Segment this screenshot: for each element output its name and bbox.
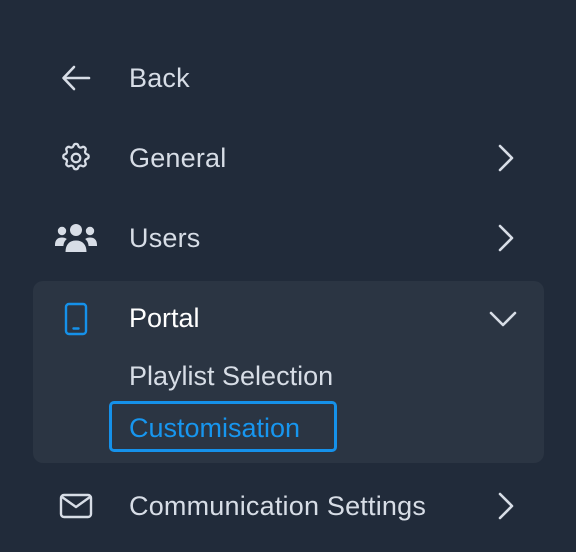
back-item[interactable]: Back (0, 38, 576, 118)
communication-settings-label: Communication Settings (129, 491, 427, 521)
portal-label[interactable]: Portal (129, 301, 200, 335)
general-label: General (129, 143, 227, 173)
sidebar-item-customisation[interactable]: Customisation (129, 411, 300, 445)
chevron-right-icon (494, 142, 518, 174)
sidebar-item-users[interactable]: Users (0, 198, 576, 278)
chevron-right-icon (494, 490, 518, 522)
mobile-device-icon (54, 300, 98, 338)
envelope-icon (52, 488, 100, 524)
sidebar-item-playlist-selection[interactable]: Playlist Selection (129, 359, 333, 393)
chevron-down-icon[interactable] (487, 303, 519, 335)
chevron-right-icon (494, 222, 518, 254)
sidebar-item-communication-settings[interactable]: Communication Settings (0, 466, 576, 546)
gear-icon (52, 140, 100, 176)
back-label: Back (129, 63, 190, 93)
users-label: Users (129, 223, 201, 253)
users-icon (52, 220, 100, 256)
arrow-left-icon (52, 60, 100, 96)
settings-nav: Back General Users Portal Playlist Selec… (0, 0, 576, 552)
portal-group: Portal Playlist Selection Customisation (33, 281, 544, 463)
sidebar-item-general[interactable]: General (0, 118, 576, 198)
